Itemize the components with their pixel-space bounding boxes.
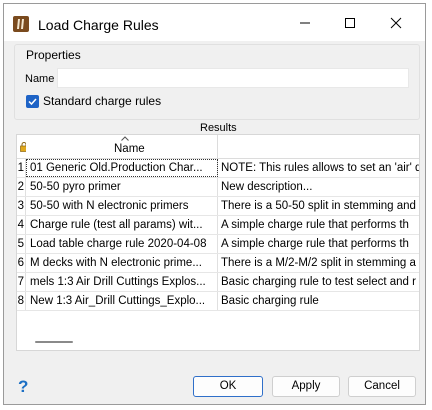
minimize-button[interactable] bbox=[282, 4, 328, 41]
table-row[interactable]: 5 Load table charge rule 2020-04-08 A simp… bbox=[17, 235, 419, 254]
rule-description-cell[interactable]: A simple charge rule that performs th bbox=[218, 216, 419, 234]
row-index: 2 bbox=[17, 178, 26, 196]
ok-button[interactable]: OK bbox=[193, 376, 263, 397]
properties-label: Properties bbox=[26, 48, 81, 62]
table-row[interactable]: 7 mels 1:3 Air Drill Cuttings Explos... Ba… bbox=[17, 273, 419, 292]
window-title: Load Charge Rules bbox=[38, 17, 159, 33]
rule-description-cell[interactable]: New description... bbox=[218, 178, 419, 196]
rule-description-cell[interactable]: There is a 50-50 split in stemming and bbox=[218, 197, 419, 215]
rule-name-cell[interactable]: 50-50 pyro primer bbox=[26, 178, 218, 196]
load-charge-rules-dialog: Load Charge Rules Properties Name Standa… bbox=[3, 3, 426, 405]
rule-name-cell[interactable]: M decks with N electronic prime... bbox=[26, 254, 218, 272]
rule-name-cell[interactable]: New 1:3 Air_Drill Cuttings_Explo... bbox=[26, 292, 218, 310]
lock-column-header[interactable] bbox=[17, 135, 28, 159]
rule-name-cell[interactable]: mels 1:3 Air Drill Cuttings Explos... bbox=[26, 273, 218, 291]
row-index: 5 bbox=[17, 235, 26, 253]
help-icon[interactable]: ? bbox=[18, 377, 28, 397]
cancel-button[interactable]: Cancel bbox=[348, 376, 416, 397]
name-column-header[interactable]: Name bbox=[26, 135, 218, 159]
name-input[interactable] bbox=[57, 68, 409, 88]
table-row[interactable]: 1 01 Generic Old.Production Char... NOTE: … bbox=[17, 159, 419, 178]
checkmark-icon bbox=[28, 98, 37, 106]
title-bar[interactable]: Load Charge Rules bbox=[4, 4, 425, 41]
table-row[interactable]: 8 New 1:3 Air_Drill Cuttings_Explo... Basi… bbox=[17, 292, 419, 311]
row-index: 7 bbox=[17, 273, 26, 291]
rule-description-cell[interactable]: NOTE: This rules allows to set an 'air' … bbox=[218, 159, 419, 177]
horizontal-scrollbar[interactable] bbox=[17, 333, 419, 350]
table-row[interactable]: 4 Charge rule (test all params) wit... A s… bbox=[17, 216, 419, 235]
maximize-icon bbox=[345, 17, 355, 28]
results-table: Name 1 01 Generic Old.Production Char... N… bbox=[16, 134, 420, 351]
description-column-header[interactable] bbox=[218, 135, 419, 159]
close-icon bbox=[390, 17, 402, 28]
row-index: 1 bbox=[17, 159, 26, 177]
sort-ascending-icon bbox=[121, 136, 129, 141]
table-row[interactable]: 3 50-50 with N electronic primers There is… bbox=[17, 197, 419, 216]
row-index: 8 bbox=[17, 292, 26, 310]
rule-description-cell[interactable]: Basic charging rule to test select and r bbox=[218, 273, 419, 291]
rule-description-cell[interactable]: Basic charging rule bbox=[218, 292, 419, 310]
rule-description-cell[interactable]: A simple charge rule that performs th bbox=[218, 235, 419, 253]
scrollbar-thumb[interactable] bbox=[35, 341, 73, 343]
table-row[interactable]: 6M decks with N electronic prime... There… bbox=[17, 254, 419, 273]
rule-name-cell[interactable]: 50-50 with N electronic primers bbox=[26, 197, 218, 215]
name-label: Name bbox=[25, 73, 55, 85]
row-index: 4 bbox=[17, 216, 26, 234]
rule-name-cell[interactable]: Load table charge rule 2020-04-08 bbox=[26, 235, 218, 253]
app-icon bbox=[13, 16, 29, 32]
results-label: Results bbox=[200, 122, 237, 134]
close-button[interactable] bbox=[373, 4, 419, 41]
table-row[interactable]: 2 50-50 pyro primer New description... bbox=[17, 178, 419, 197]
row-index: 3 bbox=[17, 197, 26, 215]
row-index: 6 bbox=[17, 254, 26, 272]
apply-button[interactable]: Apply bbox=[272, 376, 340, 397]
standard-charge-rules-checkbox[interactable] bbox=[26, 95, 39, 108]
name-column-label: Name bbox=[114, 143, 145, 155]
standard-charge-rules-label[interactable]: Standard charge rules bbox=[43, 94, 161, 108]
rule-description-cell[interactable]: There is a M/2-M/2 split in stemming a bbox=[218, 254, 419, 272]
maximize-button[interactable] bbox=[327, 4, 373, 41]
rule-name-cell[interactable]: Charge rule (test all params) wit... bbox=[26, 216, 218, 234]
minimize-icon bbox=[300, 22, 310, 23]
rule-name-cell[interactable]: 01 Generic Old.Production Char... bbox=[26, 159, 218, 177]
